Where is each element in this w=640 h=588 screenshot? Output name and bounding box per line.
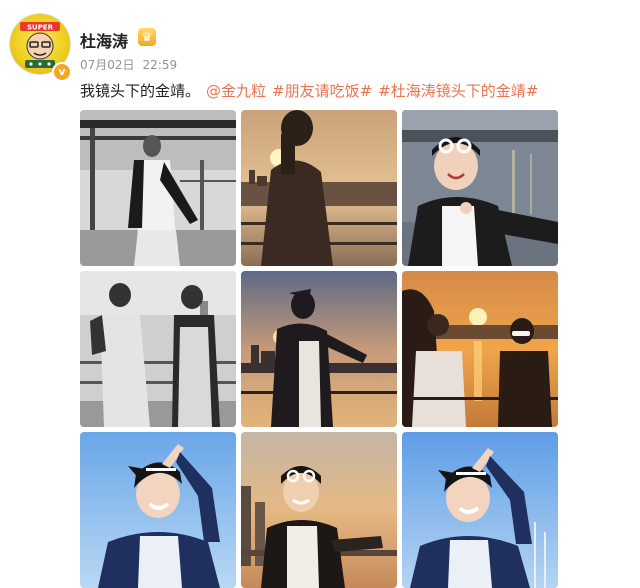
- photo-image: [402, 110, 558, 266]
- photo-river-sunglasses[interactable]: [402, 110, 558, 266]
- post-time: 22:59: [142, 58, 178, 72]
- crown-icon[interactable]: ♛: [138, 28, 156, 46]
- photo-sunset-two[interactable]: [402, 271, 558, 427]
- photo-image: [80, 432, 236, 588]
- photo-image: [241, 110, 397, 266]
- photo-sunset-silhouette[interactable]: [241, 110, 397, 266]
- hashtag-link[interactable]: #朋友请吃饭#: [272, 82, 372, 100]
- verified-v-icon: v: [52, 62, 72, 82]
- photo-image: [241, 271, 397, 427]
- mention-link[interactable]: @金九粒: [206, 82, 266, 100]
- post-text: 我镜头下的金靖。: [80, 82, 201, 100]
- image-grid: [80, 110, 558, 588]
- photo-golden-hour[interactable]: [241, 432, 397, 588]
- photo-bw-deck[interactable]: [80, 110, 236, 266]
- post-content: 我镜头下的金靖。 @金九粒 #朋友请吃饭# #杜海涛镜头下的金靖#: [80, 80, 538, 101]
- author-name[interactable]: 杜海涛: [80, 28, 128, 52]
- photo-image: [402, 432, 558, 588]
- hashtag-link[interactable]: #杜海涛镜头下的金靖#: [378, 82, 538, 100]
- svg-text:SUPER: SUPER: [27, 24, 54, 32]
- weibo-post: SUPER v 杜海涛 ♛ 07月02日 22:59 我镜头下的金靖。 @金九粒 #朋…: [0, 0, 640, 588]
- photo-dusk-city[interactable]: [241, 271, 397, 427]
- photo-blue-sky-pose-1[interactable]: [80, 432, 236, 588]
- post-date: 07月02日: [80, 58, 135, 72]
- photo-image: [80, 271, 236, 427]
- photo-blue-sky-pose-2[interactable]: [402, 432, 558, 588]
- photo-image: [402, 271, 558, 427]
- photo-image: [241, 432, 397, 588]
- photo-image: [80, 110, 236, 266]
- photo-bw-two-women[interactable]: [80, 271, 236, 427]
- post-timestamp[interactable]: 07月02日 22:59: [80, 56, 177, 73]
